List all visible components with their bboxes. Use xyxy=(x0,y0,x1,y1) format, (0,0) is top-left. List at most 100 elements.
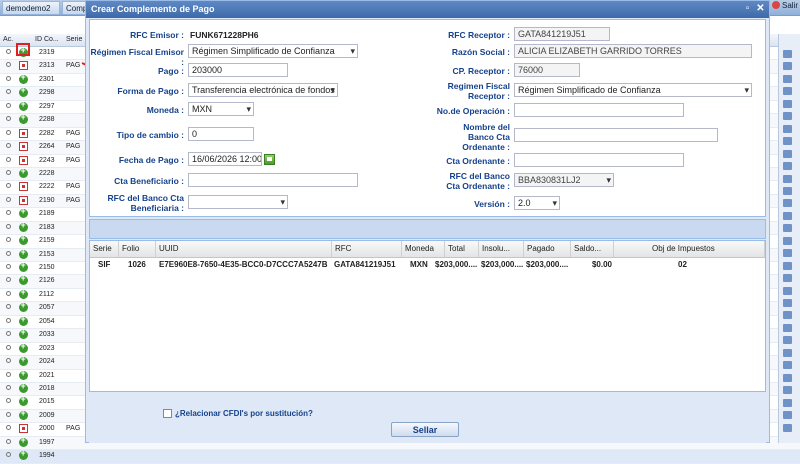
calendar-icon[interactable] xyxy=(264,154,275,165)
tab-comp[interactable]: Comp xyxy=(62,1,87,14)
row-action-icon[interactable] xyxy=(783,386,792,395)
col-moneda[interactable]: Moneda xyxy=(402,241,445,257)
add-payment-icon[interactable] xyxy=(19,327,28,340)
search-icon[interactable] xyxy=(6,277,11,283)
search-icon[interactable] xyxy=(6,223,11,229)
add-payment-icon[interactable] xyxy=(19,206,28,219)
search-icon[interactable] xyxy=(6,62,11,68)
row-action-icon[interactable] xyxy=(783,361,792,370)
row-action-icon[interactable] xyxy=(783,99,792,108)
salir-button[interactable]: Salir xyxy=(771,1,798,10)
cta-beneficiario-input[interactable] xyxy=(188,173,358,187)
row-action-icon[interactable] xyxy=(783,236,792,245)
moneda-select[interactable]: MXN xyxy=(188,102,254,116)
row-action-icon[interactable] xyxy=(783,186,792,195)
search-icon[interactable] xyxy=(6,89,11,95)
tipo-cambio-input[interactable]: 0 xyxy=(188,127,254,141)
add-payment-icon[interactable] xyxy=(19,220,28,232)
cta-ordenante-input[interactable] xyxy=(514,153,684,167)
add-payment-icon[interactable] xyxy=(19,247,28,259)
search-icon[interactable] xyxy=(6,331,11,337)
row-action-icon[interactable] xyxy=(783,87,792,96)
close-icon[interactable]: ✕ xyxy=(755,4,766,15)
row-action-icon[interactable] xyxy=(783,373,792,382)
add-payment-icon[interactable] xyxy=(19,448,28,461)
col-id[interactable]: ID Co... xyxy=(35,34,59,46)
row-action-icon[interactable] xyxy=(783,261,792,270)
add-payment-icon[interactable] xyxy=(19,85,28,98)
col-saldo[interactable]: Saldo... xyxy=(571,241,614,257)
search-icon[interactable] xyxy=(6,143,11,149)
row-action-icon[interactable] xyxy=(783,423,792,432)
pago-input[interactable]: 203000 xyxy=(188,63,288,77)
banco-ordenante-input[interactable] xyxy=(514,128,718,142)
search-icon[interactable] xyxy=(6,358,11,364)
search-icon[interactable] xyxy=(6,264,11,269)
row-action-icon[interactable] xyxy=(783,149,792,158)
row-action-icon[interactable] xyxy=(783,112,792,121)
rfc-banco-benef-select[interactable] xyxy=(188,195,288,209)
col-pagado[interactable]: Pagado xyxy=(524,241,571,257)
search-icon[interactable] xyxy=(6,384,11,390)
search-icon[interactable] xyxy=(6,75,11,81)
search-icon[interactable] xyxy=(6,49,11,54)
search-icon[interactable] xyxy=(6,317,11,323)
search-icon[interactable] xyxy=(6,290,11,296)
search-icon[interactable] xyxy=(6,210,11,216)
row-action-icon[interactable] xyxy=(783,348,792,357)
search-icon[interactable] xyxy=(6,237,11,243)
search-icon[interactable] xyxy=(6,129,11,135)
row-action-icon[interactable] xyxy=(783,211,792,220)
col-uuid[interactable]: UUID xyxy=(156,241,332,257)
row-action-icon[interactable] xyxy=(783,311,792,320)
search-icon[interactable] xyxy=(6,102,11,108)
search-icon[interactable] xyxy=(6,116,11,122)
add-payment-icon[interactable] xyxy=(19,368,28,380)
col-obj-impuestos[interactable]: Obj de Impuestos xyxy=(614,241,765,257)
add-payment-icon[interactable] xyxy=(19,112,28,125)
col-serie[interactable]: Serie xyxy=(66,34,82,46)
col-ac[interactable]: Ac. xyxy=(3,34,13,46)
row-action-icon[interactable] xyxy=(783,162,792,171)
add-payment-icon[interactable] xyxy=(19,341,28,353)
add-payment-icon[interactable] xyxy=(19,394,28,407)
row-action-icon[interactable] xyxy=(783,286,792,295)
add-payment-icon[interactable] xyxy=(19,314,28,326)
cp-receptor-input[interactable]: 76000 xyxy=(514,63,580,77)
col-serie[interactable]: Serie xyxy=(90,241,119,257)
add-payment-icon[interactable] xyxy=(19,72,28,84)
sellar-button[interactable]: Sellar xyxy=(391,422,459,437)
search-icon[interactable] xyxy=(6,196,11,202)
row-action-icon[interactable] xyxy=(783,411,792,420)
add-payment-icon[interactable] xyxy=(19,99,28,111)
tab-demodemo2[interactable]: demodemo2 xyxy=(2,1,60,14)
add-payment-icon[interactable] xyxy=(19,300,28,313)
pdf-icon[interactable] xyxy=(19,128,28,138)
row-action-icon[interactable] xyxy=(783,199,792,208)
search-icon[interactable] xyxy=(6,452,11,458)
search-icon[interactable] xyxy=(6,371,11,377)
search-icon[interactable] xyxy=(6,169,11,175)
search-icon[interactable] xyxy=(6,250,11,256)
col-insoluto[interactable]: Insolu... xyxy=(479,241,524,257)
row-action-icon[interactable] xyxy=(783,336,792,345)
row-action-icon[interactable] xyxy=(783,323,792,332)
regimen-receptor-select[interactable]: Régimen Simplificado de Confianza xyxy=(514,83,752,97)
pdf-icon[interactable] xyxy=(19,142,28,152)
row-action-icon[interactable] xyxy=(783,299,792,307)
pdf-icon[interactable] xyxy=(19,182,28,192)
add-payment-icon[interactable] xyxy=(19,273,28,286)
search-icon[interactable] xyxy=(6,183,11,189)
row-action-icon[interactable] xyxy=(783,137,792,146)
add-payment-icon[interactable] xyxy=(19,260,28,272)
add-payment-icon[interactable] xyxy=(19,354,28,367)
pdf-icon[interactable] xyxy=(19,195,28,205)
rfc-banco-ord-select[interactable]: BBA830831LJ2 xyxy=(514,173,614,187)
add-payment-icon[interactable] xyxy=(19,381,28,393)
relacionar-cfdi-checkbox[interactable] xyxy=(163,409,172,418)
pdf-icon[interactable] xyxy=(19,424,28,434)
row-action-icon[interactable] xyxy=(783,224,792,233)
add-payment-icon[interactable] xyxy=(19,287,28,299)
row-action-icon[interactable] xyxy=(783,62,792,71)
regimen-emisor-select[interactable]: Régimen Simplificado de Confianza xyxy=(188,44,358,58)
